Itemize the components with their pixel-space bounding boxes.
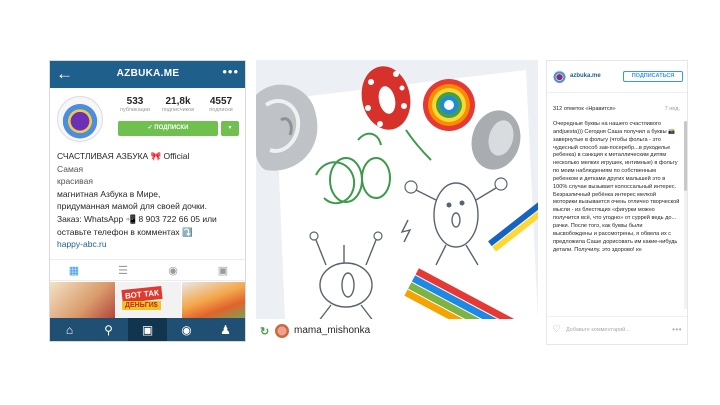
- scrollbar-thumb[interactable]: [684, 121, 687, 191]
- search-icon[interactable]: ⚲: [89, 318, 128, 341]
- profile-avatar[interactable]: [57, 96, 103, 142]
- more-options-icon[interactable]: •••: [672, 325, 682, 334]
- post-caption: Очередные буквы на нашего счастливого an…: [553, 121, 680, 253]
- grid-photo[interactable]: [50, 282, 115, 318]
- subscribe-button[interactable]: ПОДПИСАТЬСЯ: [623, 71, 683, 82]
- bio-line: Заказ: WhatsApp 📲 8 903 722 66 05 или: [57, 213, 217, 224]
- bio-line: придуманная мамой для своей дочки.: [57, 201, 207, 212]
- home-icon[interactable]: ⌂: [50, 318, 89, 341]
- location-pin-icon[interactable]: ◉: [163, 264, 183, 278]
- list-view-icon[interactable]: ☰: [113, 264, 133, 278]
- grid-photo[interactable]: ВОТ ТАК ДЕНЬГИ$: [116, 282, 181, 318]
- bio-name: СЧАСТЛИВАЯ АЗБУКА 🎀 Official: [57, 151, 190, 161]
- grid-view-icon[interactable]: ▦: [64, 264, 84, 278]
- bio-line: магнитная Азбука в Мире,: [57, 188, 161, 199]
- grid-photo-caption: ДЕНЬГИ$: [122, 301, 161, 310]
- post-time: 7 нед.: [664, 106, 680, 112]
- chevron-down-icon[interactable]: ▾: [221, 121, 239, 136]
- repost-credit: ↻ mama_mishonka: [256, 319, 538, 345]
- post-photo[interactable]: [256, 60, 538, 345]
- photo-grid: ВОТ ТАК ДЕНЬГИ$: [50, 282, 245, 318]
- profile-header-bar: ← AZBUKA.ME •••: [50, 61, 245, 88]
- stat-followers[interactable]: 21,8k подписчиков: [157, 96, 199, 114]
- following-button[interactable]: ✓ ПОДПИСКИ: [118, 121, 218, 136]
- bottom-nav-bar: ⌂ ⚲ ▣ ◉ ♟: [50, 318, 245, 341]
- repost-icon: ↻: [260, 326, 270, 338]
- comment-input[interactable]: Добавьте комментарий...: [566, 327, 630, 333]
- post-details-panel: azbuka.me ПОДПИСАТЬСЯ 312 отметок «Нрави…: [546, 60, 688, 345]
- arrow-left-icon[interactable]: ←: [56, 64, 73, 84]
- activity-icon[interactable]: ◉: [167, 318, 206, 341]
- more-dots-icon[interactable]: •••: [222, 64, 239, 79]
- photo-illustration: [256, 66, 538, 345]
- stat-followers-value: 21,8k: [165, 96, 191, 107]
- profile-icon[interactable]: ♟: [206, 318, 245, 341]
- likes-count[interactable]: 312 отметок «Нравится»: [553, 106, 616, 112]
- profile-username: AZBUKA.ME: [116, 68, 180, 79]
- profile-bio: СЧАСТЛИВАЯ АЗБУКА 🎀 Official Самая краси…: [57, 150, 243, 251]
- caption-scrollbar[interactable]: [684, 121, 687, 309]
- repost-username[interactable]: mama_mishonka: [294, 325, 370, 336]
- grid-photo[interactable]: [182, 282, 245, 318]
- heart-icon[interactable]: ♡: [552, 324, 561, 335]
- repost-avatar[interactable]: [275, 324, 289, 338]
- stat-following-label: подписки: [209, 107, 233, 113]
- post-author-username[interactable]: azbuka.me: [570, 73, 601, 79]
- stat-posts-value: 533: [126, 96, 144, 107]
- camera-icon[interactable]: ▣: [128, 318, 167, 341]
- bio-link[interactable]: happy-abc.ru: [57, 238, 243, 251]
- profile-stats: 533 публикации 21,8k подписчиков 4557 по…: [114, 96, 242, 118]
- bio-line: красивая: [57, 176, 93, 187]
- stat-followers-label: подписчиков: [161, 107, 195, 113]
- post-author-avatar[interactable]: [553, 70, 566, 83]
- stat-posts[interactable]: 533 публикации: [114, 96, 156, 114]
- instagram-profile-phone: ← AZBUKA.ME ••• 533 публикации 21,8k под…: [49, 60, 246, 342]
- post-header: azbuka.me ПОДПИСАТЬСЯ: [547, 61, 687, 93]
- bio-line: оставьте телефон в комментах ⤵️: [57, 226, 193, 237]
- stat-following[interactable]: 4557 подписки: [200, 96, 242, 114]
- stat-following-value: 4557: [209, 96, 233, 107]
- tagged-photos-icon[interactable]: ▣: [213, 264, 233, 278]
- stat-posts-label: публикации: [120, 107, 150, 113]
- post-footer: ♡ Добавьте комментарий... •••: [547, 316, 687, 344]
- bio-line: Самая: [57, 163, 84, 174]
- profile-view-tabs: ▦ ☰ ◉ ▣: [50, 259, 245, 281]
